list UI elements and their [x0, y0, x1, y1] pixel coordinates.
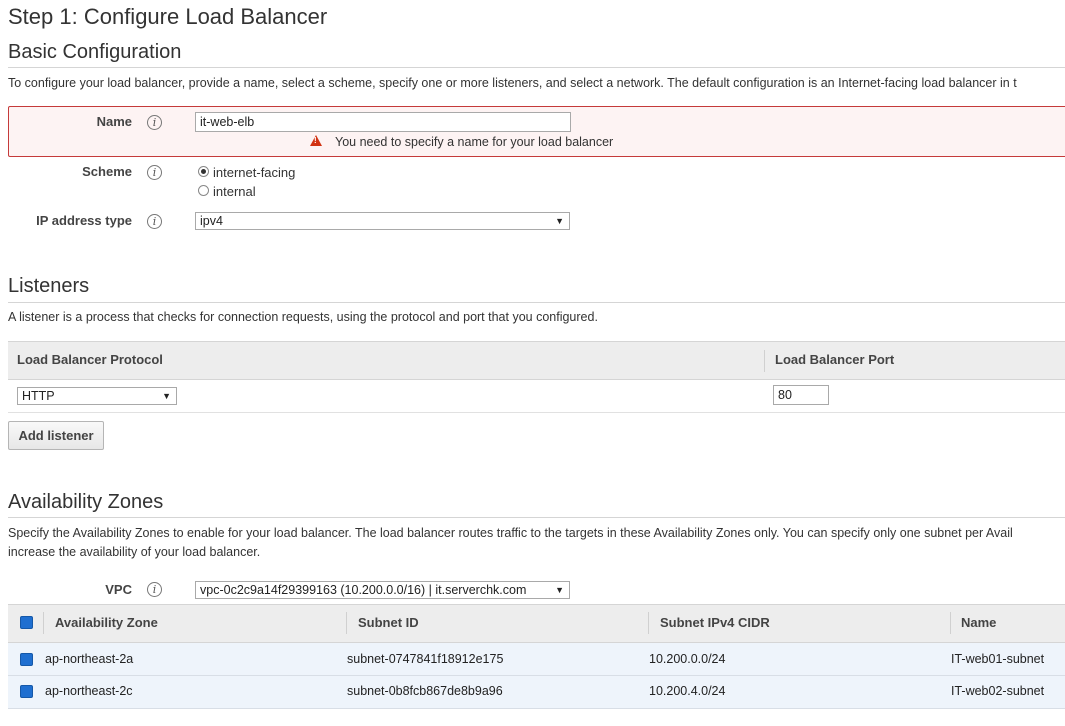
column-header-protocol: Load Balancer Protocol — [17, 352, 163, 367]
name-label: Name — [96, 114, 132, 129]
column-header-availability-zone: Availability Zone — [55, 615, 158, 630]
ip-address-type-label: IP address type — [36, 213, 132, 228]
column-header-port: Load Balancer Port — [775, 352, 895, 367]
scheme-internal-radio[interactable] — [198, 185, 209, 196]
listeners-description: A listener is a process that checks for … — [8, 310, 598, 324]
column-header-name: Name — [961, 615, 997, 630]
column-separator — [764, 350, 765, 372]
column-header-subnet-id: Subnet ID — [358, 615, 419, 630]
row-subnet-name: IT-web02-subnet — [951, 684, 1045, 698]
scheme-internet-facing-radio[interactable] — [198, 166, 209, 177]
availability-zones-description-line2: increase the availability of your load b… — [8, 545, 261, 559]
availability-zones-heading: Availability Zones — [8, 491, 164, 513]
listeners-table-header — [8, 341, 1065, 380]
ip-address-type-value: ipv4 — [200, 214, 223, 228]
row-checkbox[interactable] — [20, 685, 33, 698]
row-availability-zone: ap-northeast-2a — [45, 652, 134, 666]
select-all-checkbox[interactable] — [20, 616, 33, 629]
info-icon[interactable]: i — [147, 165, 162, 180]
scheme-internal-label[interactable]: internal — [213, 184, 256, 199]
row-subnet-id: subnet-0747841f18912e175 — [347, 652, 504, 666]
vpc-value: vpc-0c2c9a14f29399163 (10.200.0.0/16) | … — [200, 583, 527, 597]
info-icon[interactable]: i — [147, 214, 162, 229]
vpc-label: VPC — [105, 582, 132, 597]
name-error-message: You need to specify a name for your load… — [335, 135, 614, 149]
listener-protocol-value: HTTP — [22, 389, 55, 403]
column-header-subnet-cidr: Subnet IPv4 CIDR — [660, 615, 770, 630]
availability-zones-description-line1: Specify the Availability Zones to enable… — [8, 526, 1013, 540]
info-icon[interactable]: i — [147, 582, 162, 597]
name-input[interactable]: it-web-elb — [195, 112, 571, 132]
page-title: Step 1: Configure Load Balancer — [8, 4, 328, 29]
basic-configuration-heading: Basic Configuration — [8, 41, 182, 63]
vpc-select[interactable]: vpc-0c2c9a14f29399163 (10.200.0.0/16) | … — [195, 581, 570, 599]
table-row[interactable] — [8, 676, 1065, 709]
row-subnet-cidr: 10.200.0.0/24 — [649, 652, 726, 666]
chevron-down-icon: ▼ — [555, 216, 564, 226]
listener-protocol-select[interactable]: HTTP ▼ — [17, 387, 177, 405]
column-separator — [346, 612, 347, 634]
chevron-down-icon: ▼ — [162, 391, 171, 401]
column-separator — [950, 612, 951, 634]
warning-icon — [310, 135, 322, 146]
scheme-internet-facing-label[interactable]: internet-facing — [213, 165, 295, 180]
scheme-label: Scheme — [82, 164, 132, 179]
section-divider — [8, 67, 1065, 68]
row-divider — [8, 412, 1065, 413]
column-separator — [43, 612, 44, 634]
row-subnet-name: IT-web01-subnet — [951, 652, 1045, 666]
row-subnet-id: subnet-0b8fcb867de8b9a96 — [347, 684, 503, 698]
column-separator — [648, 612, 649, 634]
chevron-down-icon: ▼ — [555, 585, 564, 595]
section-divider — [8, 517, 1065, 518]
ip-address-type-select[interactable]: ipv4 ▼ — [195, 212, 570, 230]
row-subnet-cidr: 10.200.4.0/24 — [649, 684, 726, 698]
availability-zones-table-header — [8, 604, 1065, 643]
listeners-heading: Listeners — [8, 275, 90, 297]
basic-configuration-description: To configure your load balancer, provide… — [8, 76, 1017, 90]
row-availability-zone: ap-northeast-2c — [45, 684, 133, 698]
table-row[interactable] — [8, 643, 1065, 676]
add-listener-button[interactable]: Add listener — [8, 421, 104, 450]
row-checkbox[interactable] — [20, 653, 33, 666]
listener-port-input[interactable]: 80 — [773, 385, 829, 405]
section-divider — [8, 302, 1065, 303]
info-icon[interactable]: i — [147, 115, 162, 130]
